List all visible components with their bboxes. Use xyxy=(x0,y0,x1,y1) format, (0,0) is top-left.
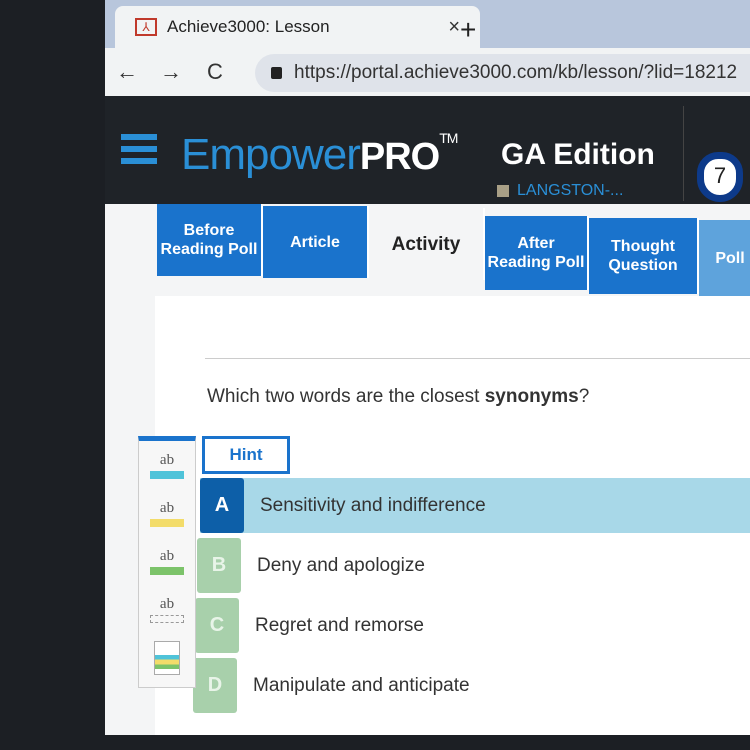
tab-strip: ⅄ Achieve3000: Lesson × + xyxy=(105,0,750,48)
notes-document-icon[interactable] xyxy=(139,633,195,681)
option-letter: D xyxy=(193,658,237,713)
option-text: Manipulate and anticipate xyxy=(253,674,470,696)
achieve-favicon-icon: ⅄ xyxy=(135,18,157,36)
divider xyxy=(683,106,684,201)
option-a[interactable]: A Sensitivity and indifference xyxy=(200,478,750,533)
tab-poll-results[interactable]: Poll R xyxy=(699,220,750,296)
highlighter-toolbar: ab ab ab ab xyxy=(138,436,196,688)
hamburger-menu-icon[interactable] xyxy=(121,134,157,170)
highlight-yellow-icon[interactable]: ab xyxy=(139,489,195,537)
forward-icon[interactable]: → xyxy=(149,59,193,85)
level-shield-badge[interactable]: 7 xyxy=(697,152,743,202)
tab-title: Achieve3000: Lesson xyxy=(167,17,330,36)
browser-tab[interactable]: ⅄ Achieve3000: Lesson × xyxy=(115,6,480,48)
option-text: Regret and remorse xyxy=(255,614,424,636)
nav-bar: ← → C https://portal.achieve3000.com/kb/… xyxy=(105,48,750,96)
lock-icon xyxy=(271,67,282,79)
tab-after-reading-poll[interactable]: After Reading Poll xyxy=(485,216,589,290)
option-b[interactable]: B Deny and apologize xyxy=(197,538,750,593)
new-tab-button[interactable]: + xyxy=(460,14,476,46)
school-selector[interactable]: LANGSTON-... xyxy=(497,182,623,200)
option-d[interactable]: D Manipulate and anticipate xyxy=(193,658,750,713)
edition-title: GA Edition xyxy=(501,138,655,171)
lesson-tabs: Before Reading Poll Article Activity Aft… xyxy=(157,204,750,296)
option-letter: A xyxy=(200,478,244,533)
option-c[interactable]: C Regret and remorse xyxy=(195,598,750,653)
address-bar[interactable]: https://portal.achieve3000.com/kb/lesson… xyxy=(255,54,750,92)
back-icon[interactable]: ← xyxy=(105,59,149,85)
divider xyxy=(205,358,750,359)
browser-window: ⅄ Achieve3000: Lesson × + ← → C https://… xyxy=(105,0,750,735)
empower-pro-logo: EmpowerPROTM xyxy=(181,130,458,179)
option-text: Deny and apologize xyxy=(257,554,425,576)
close-tab-icon[interactable]: × xyxy=(448,16,460,39)
school-square-icon xyxy=(497,185,509,197)
url-text: https://portal.achieve3000.com/kb/lesson… xyxy=(294,62,738,83)
reload-icon[interactable]: C xyxy=(193,59,237,85)
question-text: Which two words are the closest synonyms… xyxy=(207,386,590,407)
highlight-green-icon[interactable]: ab xyxy=(139,537,195,585)
option-text: Sensitivity and indifference xyxy=(260,494,486,516)
activity-panel: Which two words are the closest synonyms… xyxy=(155,296,750,735)
app-header: EmpowerPROTM GA Edition LANGSTON-... 7 xyxy=(105,96,750,204)
tab-before-reading-poll[interactable]: Before Reading Poll xyxy=(157,204,263,276)
option-letter: B xyxy=(197,538,241,593)
hint-button[interactable]: Hint xyxy=(202,436,290,474)
highlight-blue-icon[interactable]: ab xyxy=(139,441,195,489)
tab-activity[interactable]: Activity xyxy=(369,208,485,280)
option-letter: C xyxy=(195,598,239,653)
highlight-eraser-icon[interactable]: ab xyxy=(139,585,195,633)
tab-article[interactable]: Article xyxy=(263,206,369,278)
tab-thought-question[interactable]: Thought Question xyxy=(589,218,699,294)
